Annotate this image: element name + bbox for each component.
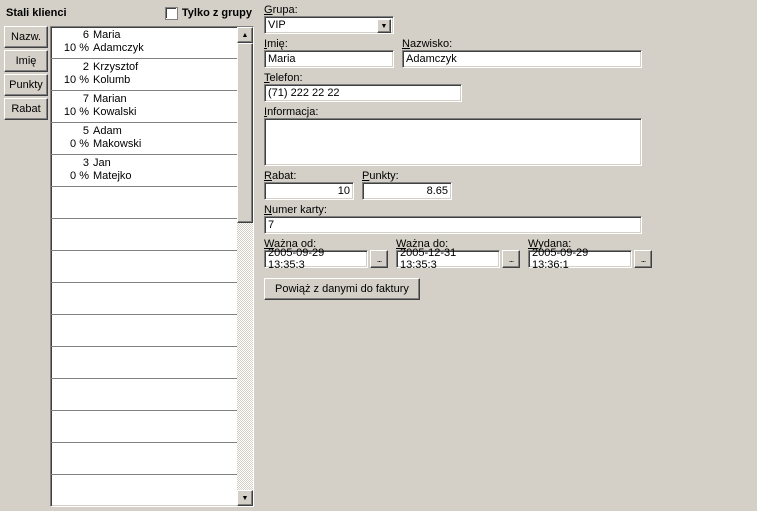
link-invoice-button[interactable]: Powiąż z danymi do faktury xyxy=(264,278,420,300)
nazwisko-field[interactable]: Adamczyk xyxy=(402,50,642,68)
wazna-od-field[interactable]: 2005-09-29 13:35:3 xyxy=(264,250,368,268)
ellipsis-icon: ... xyxy=(377,254,382,264)
chevron-down-icon: ▼ xyxy=(377,19,391,33)
scrollbar[interactable]: ▲ ▼ xyxy=(237,27,253,506)
list-item[interactable]: 610 %MariaAdamczyk xyxy=(51,27,237,59)
scroll-up-icon[interactable]: ▲ xyxy=(237,27,253,43)
list-item[interactable]: 30 %JanMatejko xyxy=(51,155,237,187)
list-item[interactable] xyxy=(51,411,237,443)
list-item[interactable] xyxy=(51,315,237,347)
sort-button-nazw[interactable]: Nazw. xyxy=(4,26,48,48)
imie-field[interactable]: Maria xyxy=(264,50,394,68)
left-title: Stali klienci xyxy=(6,7,67,19)
rabat-field[interactable]: 10 xyxy=(264,182,354,200)
label-punkty: Punkty: xyxy=(362,170,452,182)
wydana-field[interactable]: 2005-09-29 13:36:1 xyxy=(528,250,632,268)
sort-button-punkty[interactable]: Punkty xyxy=(4,74,48,96)
list-item[interactable] xyxy=(51,283,237,315)
sort-button-imi[interactable]: Imię xyxy=(4,50,48,72)
scroll-down-icon[interactable]: ▼ xyxy=(237,490,253,506)
label-imie: Imię: xyxy=(264,38,394,50)
wazna-do-picker-button[interactable]: ... xyxy=(502,250,520,268)
informacja-field[interactable] xyxy=(264,118,642,166)
list-item[interactable] xyxy=(51,347,237,379)
grupa-value: VIP xyxy=(268,19,286,31)
list-item[interactable]: 50 %AdamMakowski xyxy=(51,123,237,155)
ellipsis-icon: ... xyxy=(509,254,514,264)
sort-button-column: Nazw.ImięPunktyRabat xyxy=(4,26,48,120)
list-item[interactable]: 210 %KrzysztofKolumb xyxy=(51,59,237,91)
list-item[interactable] xyxy=(51,219,237,251)
u: G xyxy=(264,4,273,16)
group-filter-label: Tylko z grupy xyxy=(182,7,252,19)
punkty-field[interactable]: 8.65 xyxy=(362,182,452,200)
detail-form: Grupa: VIP ▼ Imię: Maria Nazwisko: Adamc… xyxy=(264,4,750,304)
label-rabat: Rabat: xyxy=(264,170,354,182)
list-item[interactable] xyxy=(51,443,237,475)
wydana-picker-button[interactable]: ... xyxy=(634,250,652,268)
label-nazwisko: Nazwisko: xyxy=(402,38,642,50)
telefon-field[interactable]: (71) 222 22 22 xyxy=(264,84,462,102)
list-item[interactable] xyxy=(51,251,237,283)
ellipsis-icon: ... xyxy=(641,254,646,264)
label-telefon: Telefon: xyxy=(264,72,462,84)
scroll-thumb[interactable] xyxy=(237,43,253,223)
label-informacja: Informacja: xyxy=(264,106,642,118)
list-item[interactable] xyxy=(51,187,237,219)
sort-button-rabat[interactable]: Rabat xyxy=(4,98,48,120)
grupa-select[interactable]: VIP ▼ xyxy=(264,16,394,34)
label-grupa: Grupa: xyxy=(264,4,394,16)
wazna-od-picker-button[interactable]: ... xyxy=(370,250,388,268)
numer-karty-field[interactable]: 7 xyxy=(264,216,642,234)
list-item[interactable]: 710 %MarianKowalski xyxy=(51,91,237,123)
group-filter[interactable]: Tylko z grupy xyxy=(165,7,252,20)
client-list: 610 %MariaAdamczyk210 %KrzysztofKolumb71… xyxy=(50,26,254,507)
list-item[interactable] xyxy=(51,379,237,411)
checkbox-icon xyxy=(165,7,178,20)
label-numer-karty: Numer karty: xyxy=(264,204,642,216)
left-header: Stali klienci Tylko z grupy xyxy=(4,4,254,22)
wazna-do-field[interactable]: 2005-12-31 13:35:3 xyxy=(396,250,500,268)
